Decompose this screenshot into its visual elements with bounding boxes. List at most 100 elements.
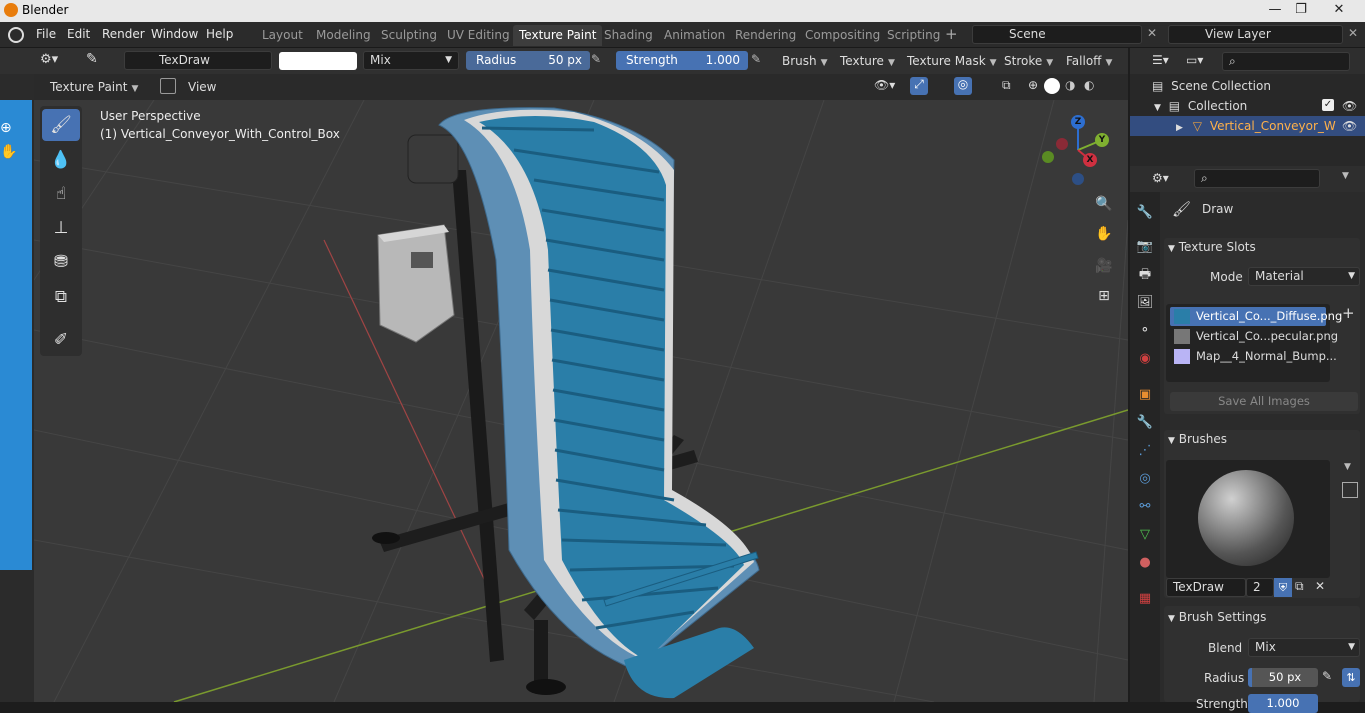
pan-view-icon[interactable]: ✋ — [1091, 221, 1117, 247]
hand-icon[interactable]: ✋ — [0, 144, 18, 162]
mask-toggle-icon[interactable] — [160, 78, 176, 94]
unlink-icon[interactable]: ✕ — [1315, 579, 1325, 593]
mode-dropdown[interactable]: Material ▼ — [1248, 267, 1360, 286]
clone-tool-icon[interactable]: ⊥ — [42, 212, 80, 244]
brushes-header[interactable]: ▼ Brushes — [1168, 432, 1227, 446]
draw-tool-icon[interactable]: 🖌 — [42, 109, 80, 141]
pressure-icon[interactable]: ✎ — [1322, 669, 1332, 683]
add-workspace-icon[interactable]: + — [945, 25, 958, 43]
outliner-search-input[interactable]: ⌕ — [1222, 52, 1350, 71]
tab-scripting[interactable]: Scripting — [881, 25, 946, 46]
brush-name-field[interactable]: TexDraw — [124, 51, 272, 70]
outliner-editor-icon[interactable]: ☰▾ — [1152, 53, 1169, 67]
fake-user-icon[interactable]: ⛨ — [1274, 578, 1292, 597]
camera-view-icon[interactable]: 🎥 — [1091, 253, 1117, 279]
strength-slider[interactable]: Strength 1.000 — [616, 51, 748, 70]
menu-render[interactable]: Render — [102, 27, 145, 41]
object-tab-icon[interactable]: ▣ — [1136, 386, 1154, 404]
tab-compositing[interactable]: Compositing — [799, 25, 886, 46]
mode-dropdown[interactable]: Texture Paint ▼ — [46, 77, 142, 97]
blend-mode-dropdown[interactable]: Mix ▼ — [363, 51, 459, 70]
output-tab-icon[interactable]: 🖶 — [1136, 266, 1154, 284]
stroke-menu[interactable]: Stroke ▼ — [1000, 51, 1057, 71]
brush-preview[interactable] — [1166, 460, 1330, 578]
tool-tab-icon[interactable]: 🔧 — [1136, 204, 1154, 222]
add-slot-icon[interactable]: + — [1342, 304, 1355, 322]
texture-slots-header[interactable]: ▼ Texture Slots — [1168, 240, 1256, 254]
editor-type-icon[interactable]: ⚙▾ — [40, 52, 76, 71]
xray-icon[interactable]: ⧉ — [1002, 78, 1011, 93]
view-menu[interactable]: View — [184, 77, 220, 97]
gizmo-toggle-icon[interactable]: ⤢ — [910, 77, 928, 95]
chevron-down-icon[interactable]: ▼ — [1344, 462, 1351, 472]
gizmo-y-axis[interactable]: Y — [1095, 133, 1109, 147]
material-shading-icon[interactable]: ◑ — [1065, 78, 1075, 92]
checkbox-icon[interactable]: ✓ — [1322, 99, 1334, 111]
outliner-row-object[interactable]: ▶ ▽ Vertical_Conveyor_W 👁 — [1130, 116, 1365, 136]
texture-slot-item[interactable]: Vertical_Co...pecular.png — [1170, 327, 1338, 346]
menu-window[interactable]: Window — [151, 27, 198, 41]
tab-shading[interactable]: Shading — [598, 25, 659, 46]
wireframe-shading-icon[interactable]: ⊕ — [1028, 78, 1038, 92]
scene-tab-icon[interactable]: ⚬ — [1136, 322, 1154, 340]
brush-users-count[interactable]: 2 — [1246, 578, 1274, 597]
radius-field[interactable]: 50 px — [1248, 668, 1318, 687]
data-tab-icon[interactable]: ▽ — [1136, 526, 1154, 544]
mask-tool-icon[interactable]: ⧉ — [42, 281, 80, 313]
physics-tab-icon[interactable]: ◎ — [1136, 470, 1154, 488]
tab-modeling[interactable]: Modeling — [310, 25, 377, 46]
brush-settings-header[interactable]: ▼ Brush Settings — [1168, 610, 1266, 624]
rendered-shading-icon[interactable]: ◐ — [1084, 78, 1094, 92]
save-all-images-button[interactable]: Save All Images — [1170, 392, 1358, 411]
menu-help[interactable]: Help — [206, 27, 233, 41]
gizmo-z-axis[interactable]: Z — [1071, 115, 1085, 129]
outliner-row-scene-collection[interactable]: ▤ Scene Collection — [1152, 76, 1362, 96]
tab-animation[interactable]: Animation — [658, 25, 731, 46]
texture-slot-item[interactable]: Map__4_Normal_Bump... — [1170, 347, 1337, 366]
view-layer-selector[interactable]: View Layer — [1168, 25, 1343, 44]
eye-icon[interactable]: 👁 — [1342, 116, 1357, 136]
properties-search-input[interactable]: ⌕ — [1194, 169, 1320, 188]
scene-selector[interactable]: Scene — [972, 25, 1142, 44]
outliner-row-collection[interactable]: ▼ ▤ Collection ✓ 👁 — [1154, 96, 1364, 116]
strength-field[interactable]: 1.000 — [1248, 694, 1318, 713]
texture-mask-menu[interactable]: Texture Mask ▼ — [903, 51, 1001, 71]
brush-icon[interactable]: ✎ — [86, 51, 106, 71]
display-mode-icon[interactable]: ▭▾ — [1186, 53, 1203, 67]
close-button[interactable]: ✕ — [1326, 0, 1352, 20]
brush-name-field[interactable]: TexDraw — [1166, 578, 1246, 597]
duplicate-icon[interactable]: ⧉ — [1295, 579, 1304, 594]
ortho-grid-icon[interactable]: ⊞ — [1091, 283, 1117, 309]
tab-layout[interactable]: Layout — [256, 25, 309, 46]
radius-pressure-icon[interactable]: ✎ — [591, 52, 601, 66]
image-icon[interactable] — [1342, 482, 1358, 498]
menu-file[interactable]: File — [36, 27, 56, 41]
properties-editor-icon[interactable]: ⚙▾ — [1152, 171, 1169, 185]
radius-unit-icon[interactable]: ⇅ — [1342, 668, 1360, 687]
minimize-button[interactable]: — — [1262, 0, 1288, 20]
solid-shading-icon[interactable] — [1044, 78, 1060, 94]
texture-tab-icon[interactable]: ▦ — [1136, 590, 1154, 608]
tab-sculpting[interactable]: Sculpting — [375, 25, 443, 46]
falloff-menu[interactable]: Falloff ▼ — [1062, 51, 1116, 71]
blend-dropdown[interactable]: Mix ▼ — [1248, 638, 1360, 657]
overlay-toggle-icon[interactable]: ◎ — [954, 77, 972, 95]
modifier-tab-icon[interactable]: 🔧 — [1136, 414, 1154, 432]
scene-close-icon[interactable]: ✕ — [1147, 26, 1157, 40]
soften-tool-icon[interactable]: 💧 — [42, 144, 80, 176]
material-tab-icon[interactable]: ● — [1136, 554, 1154, 572]
brush-menu[interactable]: Brush ▼ — [778, 51, 832, 71]
maximize-button[interactable]: ❐ — [1288, 0, 1314, 20]
annotate-tool-icon[interactable]: ✐ — [42, 324, 80, 356]
view-layer-tab-icon[interactable]: 🖼 — [1136, 294, 1154, 312]
particles-tab-icon[interactable]: ⋰ — [1136, 442, 1154, 460]
zoom-icon[interactable]: ⊕ — [0, 120, 18, 138]
render-tab-icon[interactable]: 📷 — [1136, 238, 1154, 256]
eye-icon[interactable]: 👁 — [1342, 96, 1357, 116]
chevron-down-icon[interactable]: ▼ — [1342, 171, 1349, 181]
tab-texture-paint[interactable]: Texture Paint — [513, 25, 603, 46]
visibility-icon[interactable]: 👁▾ — [874, 78, 895, 92]
tab-uv-editing[interactable]: UV Editing — [441, 25, 516, 46]
zoom-view-icon[interactable]: 🔍 — [1091, 191, 1117, 217]
color-swatch[interactable] — [279, 52, 357, 70]
